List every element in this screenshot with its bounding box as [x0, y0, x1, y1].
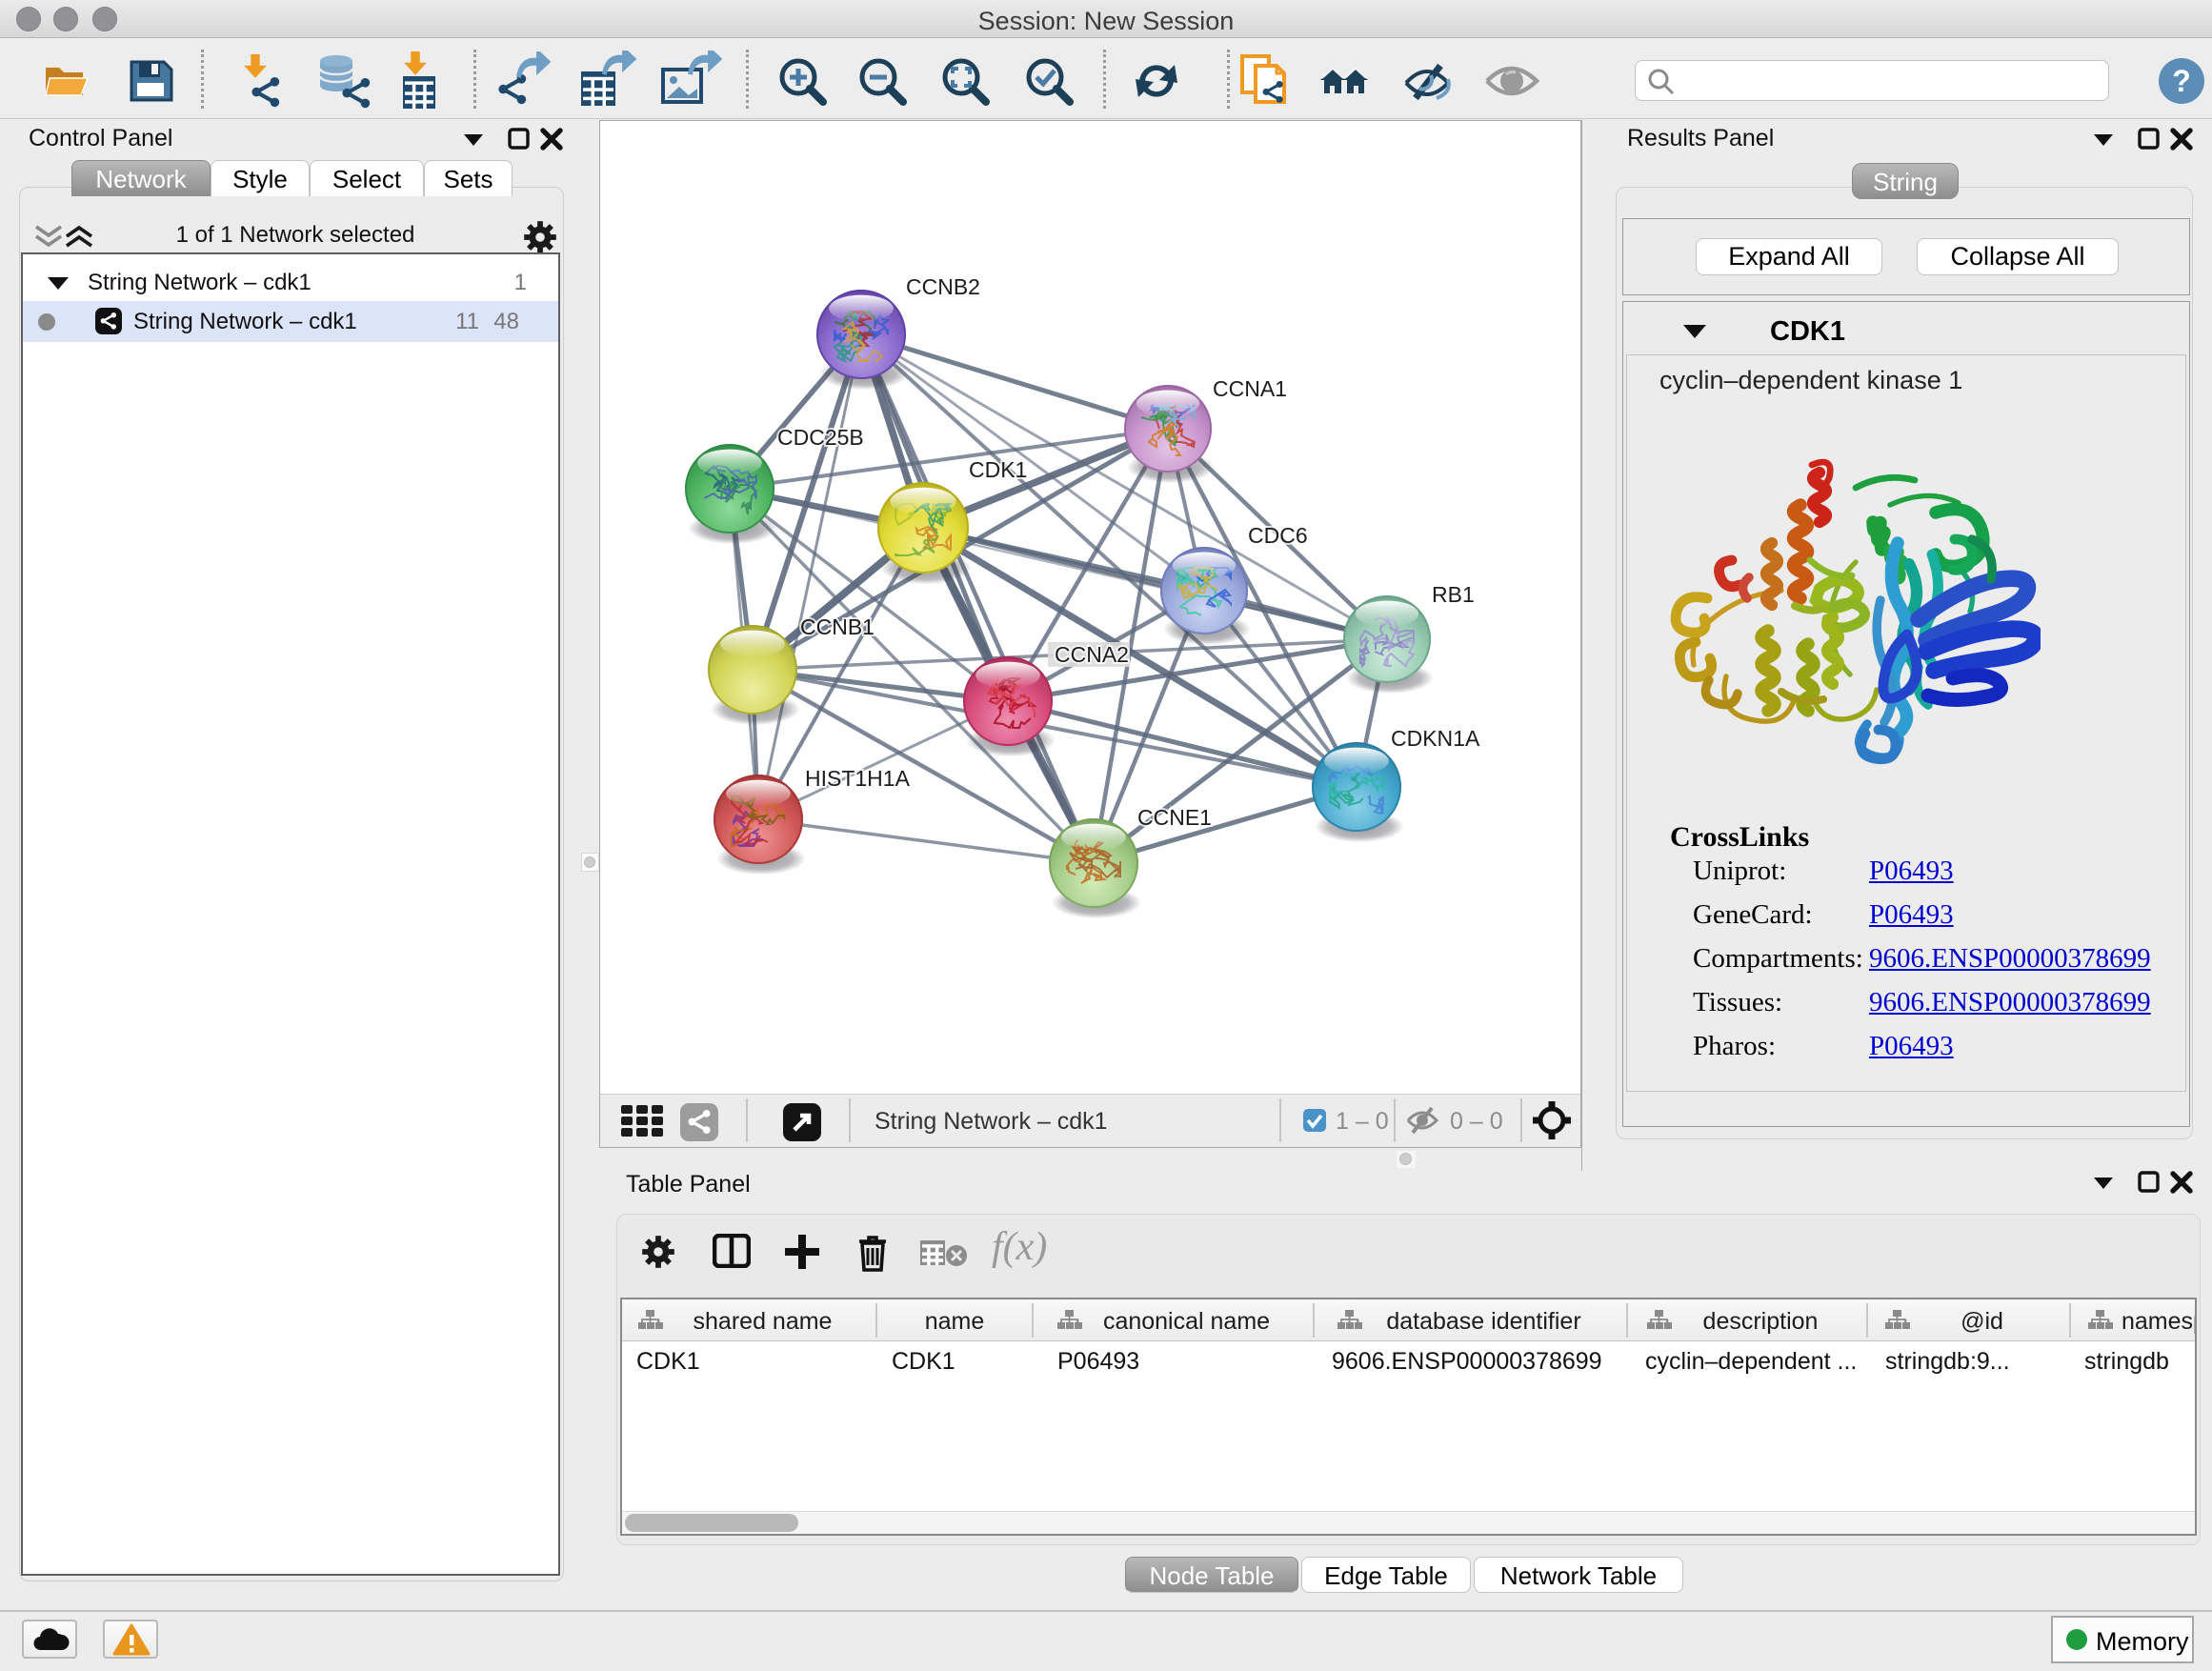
svg-text:name: name	[925, 1308, 985, 1335]
svg-text:CCNA1: CCNA1	[1213, 376, 1287, 401]
svg-text:?: ?	[2172, 64, 2191, 98]
svg-text:CCNB1: CCNB1	[800, 614, 875, 639]
svg-text:CCNB2: CCNB2	[906, 274, 980, 299]
svg-text:canonical name: canonical name	[1103, 1308, 1270, 1335]
svg-text:CCNE1: CCNE1	[1137, 805, 1212, 830]
svg-text:CDC25B: CDC25B	[777, 425, 864, 450]
svg-text:CDK1: CDK1	[969, 457, 1027, 482]
svg-text:shared name: shared name	[694, 1308, 833, 1335]
svg-text:RB1: RB1	[1432, 582, 1475, 607]
svg-text:description: description	[1703, 1308, 1819, 1335]
svg-text:HIST1H1A: HIST1H1A	[805, 766, 911, 791]
svg-text:@id: @id	[1961, 1308, 2003, 1335]
svg-text:namespace: namespace	[2122, 1308, 2195, 1335]
svg-text:CCNA2: CCNA2	[1055, 642, 1129, 667]
svg-text:CDKN1A: CDKN1A	[1391, 726, 1480, 751]
svg-text:database identifier: database identifier	[1386, 1308, 1580, 1335]
svg-text:CDC6: CDC6	[1248, 523, 1308, 548]
